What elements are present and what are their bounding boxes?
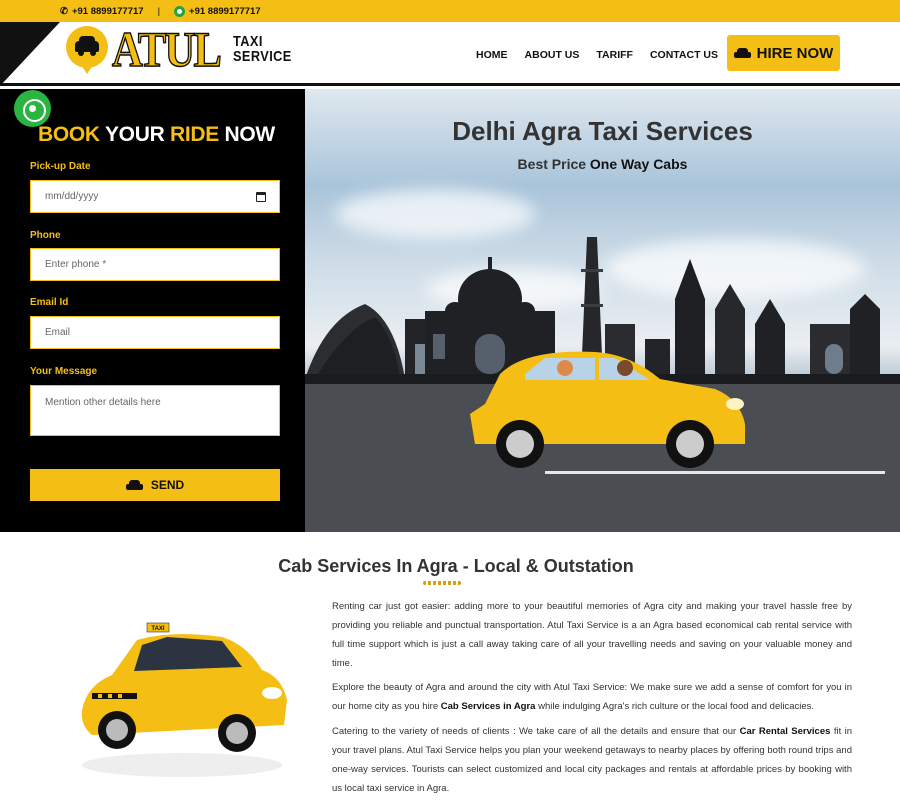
phone-number-1[interactable]: +91 8899177717 [72, 6, 144, 17]
whatsapp-contact[interactable]: +91 8899177717 [174, 5, 261, 17]
send-label: SEND [150, 478, 185, 492]
phone-contact[interactable]: ✆ +91 8899177717 [60, 6, 144, 17]
pickup-date-label: Pick-up Date [30, 161, 91, 172]
section-paragraph-2: Explore the beauty of Agra and around th… [332, 682, 852, 712]
site-logo[interactable]: ATUL TAXI SERVICE [66, 21, 302, 77]
calendar-icon[interactable] [256, 192, 266, 202]
booking-form: BOOK YOUR RIDE NOW Pick-up Date mm/dd/yy… [0, 89, 305, 532]
section-paragraph-1: Renting car just got easier: adding more… [332, 601, 852, 669]
yellow-taxi-image: TAXI [81, 622, 287, 777]
nav-contact-us[interactable]: CONTACT US [650, 49, 718, 61]
taxi-roof-sign: TAXI [151, 626, 165, 632]
header-black-corner [0, 22, 60, 86]
nav-home[interactable]: HOME [476, 49, 508, 61]
hero-banner: Delhi Agra Taxi Services Best Price One … [305, 89, 900, 532]
hero-title: Delhi Agra Taxi Services [452, 116, 753, 146]
nav-tariff[interactable]: TARIFF [596, 49, 633, 61]
car-icon [125, 479, 143, 491]
hire-now-label: HIRE NOW [756, 44, 834, 62]
whatsapp-float-icon[interactable] [14, 90, 51, 127]
email-label: Email Id [30, 297, 69, 308]
top-contact-bar: ✆ +91 8899177717 | +91 8899177717 [0, 0, 900, 22]
phone-input[interactable]: Enter phone * [30, 248, 280, 281]
logo-taxi-text: TAXI [233, 33, 264, 50]
email-input[interactable]: Email [30, 316, 280, 349]
road-marking [545, 471, 885, 474]
contact-separator: | [157, 5, 161, 17]
booking-title: BOOK YOUR RIDE NOW [38, 123, 275, 146]
phone-icon: ✆ [60, 5, 68, 17]
message-textarea[interactable]: Mention other details here [30, 385, 280, 436]
section-paragraph-3: Catering to the variety of needs of clie… [332, 726, 853, 794]
site-header: ATUL TAXI SERVICE HOME ABOUT US TARIFF C… [0, 22, 900, 86]
title-underline-decoration [423, 581, 461, 585]
phone-number-2[interactable]: +91 8899177717 [189, 6, 261, 17]
nav-about-us[interactable]: ABOUT US [525, 49, 580, 61]
hire-now-button[interactable]: HIRE NOW [727, 35, 840, 71]
hero-subtitle: Best Price One Way Cabs [517, 156, 688, 172]
section-title: Cab Services In Agra - Local & Outstatio… [278, 556, 634, 576]
logo-service-text: SERVICE [233, 48, 292, 65]
logo-wordmark: ATUL [111, 21, 222, 77]
whatsapp-icon [174, 5, 186, 17]
pickup-date-input[interactable]: mm/dd/yyyy [30, 180, 280, 213]
taxi-logo-icon [66, 26, 108, 74]
phone-label: Phone [30, 230, 61, 241]
message-label: Your Message [30, 366, 98, 377]
main-nav: HOME ABOUT US TARIFF CONTACT US [476, 49, 718, 61]
car-icon [733, 47, 751, 59]
send-button[interactable]: SEND [30, 469, 280, 501]
